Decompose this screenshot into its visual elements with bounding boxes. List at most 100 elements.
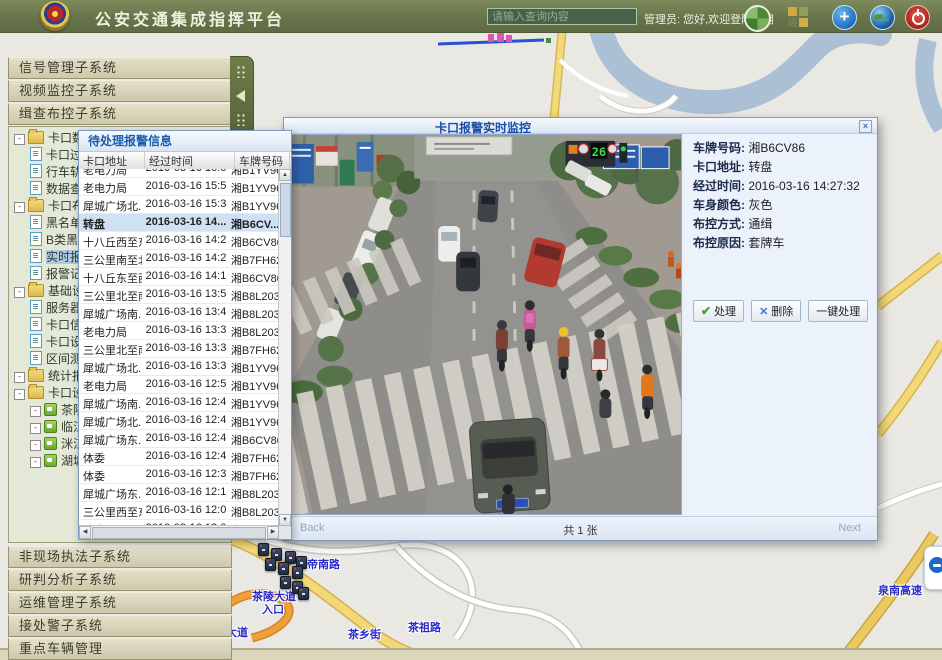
table-row[interactable]: 三公里北至南2016-03-16 13:3...湘B7FH62 [79,340,279,358]
table-cell: 2016-03-16 12:4... [142,430,227,447]
table-cell: 湘B1YV96 [227,178,279,195]
table-cell: 湘B7FH62 [227,466,279,483]
tree-expander-icon[interactable]: - [14,202,25,213]
table-cell: 2016-03-16 12:0... [142,502,227,519]
detail-label: 布控原因: [693,236,745,250]
tree-item-label: 数据查 [46,182,82,196]
camera-marker[interactable] [258,543,269,556]
page-icon [30,181,42,195]
tree-expander-icon[interactable]: - [14,389,25,400]
table-row[interactable]: 犀城广场东...2016-03-16 12:1...湘B8L203 [79,484,279,502]
tree-item-label: 报警记 [46,267,82,281]
remote-app-icon[interactable] [924,546,942,590]
check-icon: ✔ [701,304,711,318]
tree-expander-icon[interactable]: - [30,457,41,468]
tree-expander-icon[interactable]: - [30,440,41,451]
action-button[interactable]: ✔处理 [693,300,744,322]
tree-expander-icon[interactable]: - [14,287,25,298]
tree-expander-icon[interactable]: - [30,406,41,417]
camera-marker[interactable] [298,587,309,600]
table-row[interactable]: 三公里西至东2016-03-16 12:0...湘B8L203 [79,502,279,520]
tree-expander-icon[interactable]: - [14,134,25,145]
table-cell: 2016-03-16 13:3... [142,340,227,357]
action-button[interactable]: ✕删除 [751,300,801,322]
table-row[interactable]: 犀城广场东...2016-03-16 12:4...湘B6CV86 [79,430,279,448]
sidebar-menu-item[interactable]: 视频监控子系统 [8,80,232,102]
table-row[interactable]: 犀城广场南...2016-03-16 12:4...湘B1YV96 [79,394,279,412]
table-row[interactable]: 体委2016-03-16 12:3...湘B7FH62 [79,466,279,484]
map-road-label: 茶乡街 [348,626,381,642]
sidebar-menu-item[interactable]: 信号管理子系统 [8,57,232,79]
column-header[interactable]: 车牌号码 [235,152,290,169]
sidebar-menu-item[interactable]: 非现场执法子系统 [8,546,232,568]
add-icon[interactable]: + [832,5,857,30]
column-header[interactable]: 经过时间 [145,152,235,169]
sidebar-menu-item[interactable]: 研判分析子系统 [8,569,232,591]
camera-video-frame: 26 [286,134,682,515]
table-row[interactable]: 老电力局2016-03-16 16:0...湘B1YV96 [79,169,279,178]
header-bar: 公安交通集成指挥平台 管理员: 您好,欢迎登陆使用 + [0,0,942,33]
horizontal-scrollbar[interactable]: ◀ ▶ [79,525,279,539]
sidebar-menu-item[interactable]: 重点车辆管理 [8,638,232,660]
tree-item-label: 卡口设 [46,335,82,349]
tree-item-label: 服务器 [46,301,82,315]
table-row[interactable]: 犀城广场北...2016-03-16 15:3...湘B1YV96 [79,196,279,214]
table-cell: 湘B6CV86 [227,232,279,249]
scroll-up-icon[interactable]: ▲ [279,169,291,181]
alarm-details-panel: 车牌号码: 湘B6CV86卡口地址: 转盘经过时间: 2016-03-16 14… [684,134,875,515]
sidebar-menu-item[interactable]: 缉查布控子系统 [8,103,232,125]
camera-marker[interactable] [278,562,289,575]
earth-globe-icon[interactable] [870,5,895,30]
table-cell: 湘B6CV86 [227,268,279,285]
table-row[interactable]: 犀城广场北...2016-03-16 12:4...湘B1YV96 [79,412,279,430]
scroll-thumb[interactable] [92,527,266,539]
page-icon [30,334,42,348]
table-cell: 转盘 [79,214,142,231]
dialog-footer: Back 共 1 张 Next [284,516,877,540]
action-button-label: 一键处理 [816,303,860,319]
table-row[interactable]: 十八丘东至西2016-03-16 14:1...湘B6CV86 [79,268,279,286]
table-row[interactable]: 十八丘西至东2016-03-16 14:2...湘B6CV86 [79,232,279,250]
table-cell: 湘B1YV96 [227,196,279,213]
page-icon [30,317,42,331]
table-cell: 犀城广场北... [79,358,142,375]
action-button[interactable]: 一键处理 [808,300,868,322]
scroll-right-icon[interactable]: ▶ [267,526,279,539]
table-cell: 湘B7FH62 [227,340,279,357]
table-row[interactable]: 老电力局2016-03-16 13:3...湘B8L203 [79,322,279,340]
table-row[interactable]: 犀城广场北...2016-03-16 13:3...湘B1YV96 [79,358,279,376]
sidebar-collapse-tab[interactable] [230,56,254,136]
table-row[interactable]: 体委2016-03-16 12:4...湘B7FH62 [79,448,279,466]
next-button[interactable]: Next [838,522,861,534]
sidebar-menu-item[interactable]: 运维管理子系统 [8,592,232,614]
eco-globe-icon[interactable] [744,5,771,32]
table-row[interactable]: 三公里北至南2016-03-16 13:5...湘B8L203 [79,286,279,304]
scroll-down-icon[interactable]: ▼ [279,514,291,526]
camera-marker[interactable] [292,566,303,579]
scroll-thumb[interactable] [280,183,291,237]
tree-expander-icon[interactable]: - [30,423,41,434]
close-icon[interactable]: × [859,120,872,133]
search-input[interactable] [487,8,637,25]
table-row[interactable]: 老电力局2016-03-16 15:5...湘B1YV96 [79,178,279,196]
table-row[interactable]: 犀城广场南...2016-03-16 13:4...湘B8L203 [79,304,279,322]
camera-marker[interactable] [280,576,291,589]
table-cell: 三公里北至南 [79,340,142,357]
grid-apps-icon[interactable] [788,7,808,27]
police-emblem-logo [40,1,70,31]
camera-marker[interactable] [265,558,276,571]
column-header[interactable]: 卡口地址 [79,152,145,169]
table-row[interactable]: 转盘2016-03-16 14...湘B6CV... [79,214,279,232]
tree-expander-icon[interactable]: - [14,372,25,383]
table-row[interactable]: 老电力局2016-03-16 12:5...湘B1YV96 [79,376,279,394]
table-row[interactable]: 三公里南至北2016-03-16 14:2...湘B7FH62 [79,250,279,268]
table-cell: 2016-03-16 15:3... [142,196,227,213]
vertical-scrollbar[interactable]: ▲ ▼ [278,169,291,526]
alarm-details: 车牌号码: 湘B6CV86卡口地址: 转盘经过时间: 2016-03-16 14… [684,142,875,250]
table-cell: 三公里西至东 [79,502,142,519]
table-cell: 湘B1YV96 [227,358,279,375]
scroll-left-icon[interactable]: ◀ [79,526,91,539]
power-logout-icon[interactable] [905,5,930,30]
detail-value: 通缉 [745,217,772,231]
sidebar-menu-item[interactable]: 接处警子系统 [8,615,232,637]
